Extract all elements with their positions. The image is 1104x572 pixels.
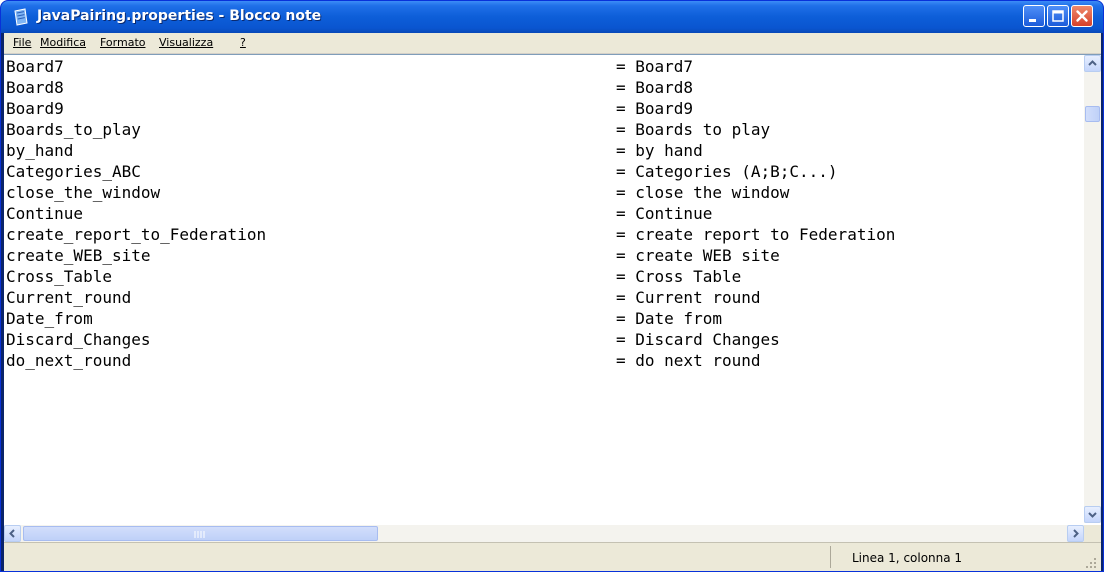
scroll-up-button[interactable] [1084,55,1101,72]
menu-formato[interactable]: Formato [100,36,146,49]
close-icon [1076,10,1088,22]
horizontal-scrollbar[interactable] [4,525,1084,542]
window-body: File Modifica Formato Visualizza ? Board… [4,33,1101,571]
minimize-button[interactable] [1023,5,1045,27]
menu-modifica[interactable]: Modifica [40,36,86,49]
scroll-left-button[interactable] [4,525,21,542]
menu-bar: File Modifica Formato Visualizza ? [4,33,1101,54]
cursor-position: Linea 1, colonna 1 [852,551,963,565]
status-bar: Linea 1, colonna 1 [4,542,1101,571]
grip-icon [194,531,205,538]
maximize-button[interactable] [1047,5,1069,27]
vertical-scrollbar[interactable] [1084,55,1101,523]
horizontal-scroll-thumb[interactable] [23,526,378,541]
chevron-up-icon [1088,60,1097,66]
text-editor[interactable]: Board7 = Board7 Board8 = Board8 Board9 = Bo… [4,54,1101,542]
vertical-scroll-thumb[interactable] [1085,106,1100,122]
close-button[interactable] [1071,5,1093,27]
maximize-icon [1052,10,1064,22]
notepad-window: JavaPairing.properties - Blocco note Fil… [0,0,1104,572]
chevron-down-icon [1088,512,1097,518]
menu-help[interactable]: ? [240,36,246,49]
title-bar[interactable]: JavaPairing.properties - Blocco note [1,1,1103,33]
minimize-icon [1029,19,1036,22]
menu-file[interactable]: File [13,36,31,49]
status-divider [830,546,831,568]
scroll-right-button[interactable] [1067,525,1084,542]
window-title: JavaPairing.properties - Blocco note [37,8,322,24]
menu-visualizza[interactable]: Visualizza [159,36,213,49]
scrollbar-corner [1084,525,1101,542]
chevron-right-icon [1073,529,1079,538]
chevron-left-icon [9,529,15,538]
resize-grip-icon[interactable] [1084,556,1098,570]
text-content[interactable]: Board7 = Board7 Board8 = Board8 Board9 = Bo… [6,57,1082,519]
notepad-icon [14,8,28,26]
scroll-down-button[interactable] [1084,506,1101,523]
